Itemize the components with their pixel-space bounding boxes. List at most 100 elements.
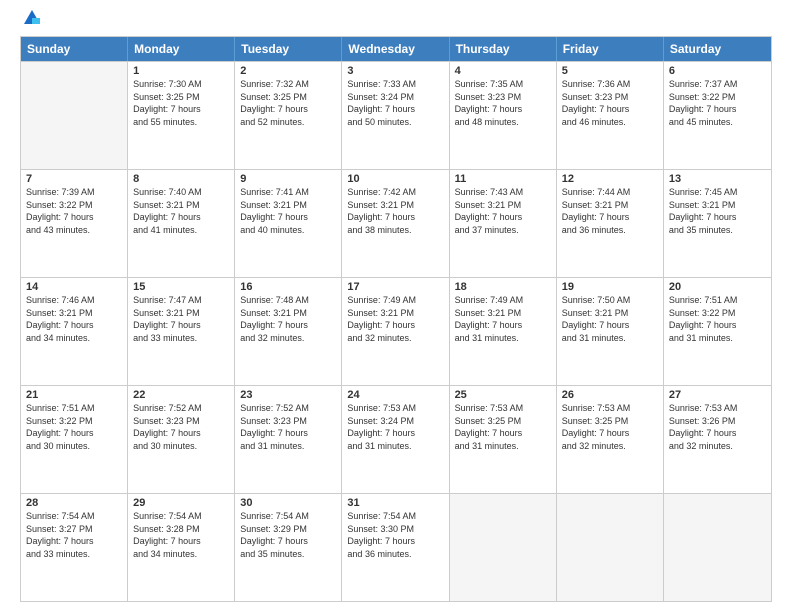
header-day-tuesday: Tuesday xyxy=(235,37,342,61)
sunrise-text: Sunrise: 7:32 AM xyxy=(240,78,336,91)
sunrise-text: Sunrise: 7:50 AM xyxy=(562,294,658,307)
sunrise-text: Sunrise: 7:49 AM xyxy=(455,294,551,307)
daylight-line1: Daylight: 7 hours xyxy=(455,319,551,332)
daylight-line2: and 45 minutes. xyxy=(669,116,766,129)
daylight-line1: Daylight: 7 hours xyxy=(240,103,336,116)
cal-cell: 21Sunrise: 7:51 AMSunset: 3:22 PMDayligh… xyxy=(21,386,128,493)
sunset-text: Sunset: 3:23 PM xyxy=(455,91,551,104)
day-number: 31 xyxy=(347,497,443,509)
sunset-text: Sunset: 3:23 PM xyxy=(133,415,229,428)
week-row-3: 14Sunrise: 7:46 AMSunset: 3:21 PMDayligh… xyxy=(21,277,771,385)
daylight-line1: Daylight: 7 hours xyxy=(562,427,658,440)
page: SundayMondayTuesdayWednesdayThursdayFrid… xyxy=(0,0,792,612)
cal-cell: 16Sunrise: 7:48 AMSunset: 3:21 PMDayligh… xyxy=(235,278,342,385)
daylight-line1: Daylight: 7 hours xyxy=(669,427,766,440)
cal-cell: 13Sunrise: 7:45 AMSunset: 3:21 PMDayligh… xyxy=(664,170,771,277)
daylight-line1: Daylight: 7 hours xyxy=(347,103,443,116)
sunset-text: Sunset: 3:21 PM xyxy=(240,307,336,320)
daylight-line1: Daylight: 7 hours xyxy=(26,427,122,440)
daylight-line2: and 33 minutes. xyxy=(26,548,122,561)
cal-cell: 14Sunrise: 7:46 AMSunset: 3:21 PMDayligh… xyxy=(21,278,128,385)
sunset-text: Sunset: 3:21 PM xyxy=(455,307,551,320)
day-number: 27 xyxy=(669,389,766,401)
sunset-text: Sunset: 3:27 PM xyxy=(26,523,122,536)
calendar: SundayMondayTuesdayWednesdayThursdayFrid… xyxy=(20,36,772,602)
sunset-text: Sunset: 3:21 PM xyxy=(347,307,443,320)
sunrise-text: Sunrise: 7:39 AM xyxy=(26,186,122,199)
daylight-line2: and 36 minutes. xyxy=(562,224,658,237)
sunrise-text: Sunrise: 7:41 AM xyxy=(240,186,336,199)
day-number: 20 xyxy=(669,281,766,293)
calendar-header: SundayMondayTuesdayWednesdayThursdayFrid… xyxy=(21,37,771,61)
daylight-line1: Daylight: 7 hours xyxy=(347,211,443,224)
daylight-line1: Daylight: 7 hours xyxy=(240,427,336,440)
day-number: 29 xyxy=(133,497,229,509)
daylight-line1: Daylight: 7 hours xyxy=(669,319,766,332)
day-number: 12 xyxy=(562,173,658,185)
header-day-thursday: Thursday xyxy=(450,37,557,61)
cal-cell: 27Sunrise: 7:53 AMSunset: 3:26 PMDayligh… xyxy=(664,386,771,493)
sunset-text: Sunset: 3:22 PM xyxy=(669,91,766,104)
daylight-line2: and 31 minutes. xyxy=(347,440,443,453)
day-number: 2 xyxy=(240,65,336,77)
cal-cell: 5Sunrise: 7:36 AMSunset: 3:23 PMDaylight… xyxy=(557,62,664,169)
sunset-text: Sunset: 3:21 PM xyxy=(562,307,658,320)
header-day-friday: Friday xyxy=(557,37,664,61)
sunset-text: Sunset: 3:25 PM xyxy=(133,91,229,104)
cal-cell: 22Sunrise: 7:52 AMSunset: 3:23 PMDayligh… xyxy=(128,386,235,493)
sunset-text: Sunset: 3:21 PM xyxy=(669,199,766,212)
cal-cell: 3Sunrise: 7:33 AMSunset: 3:24 PMDaylight… xyxy=(342,62,449,169)
day-number: 13 xyxy=(669,173,766,185)
sunrise-text: Sunrise: 7:51 AM xyxy=(669,294,766,307)
daylight-line2: and 32 minutes. xyxy=(562,440,658,453)
cal-cell: 17Sunrise: 7:49 AMSunset: 3:21 PMDayligh… xyxy=(342,278,449,385)
header-day-saturday: Saturday xyxy=(664,37,771,61)
day-number: 16 xyxy=(240,281,336,293)
daylight-line2: and 48 minutes. xyxy=(455,116,551,129)
sunset-text: Sunset: 3:25 PM xyxy=(455,415,551,428)
daylight-line1: Daylight: 7 hours xyxy=(133,211,229,224)
day-number: 4 xyxy=(455,65,551,77)
sunset-text: Sunset: 3:22 PM xyxy=(26,199,122,212)
daylight-line2: and 43 minutes. xyxy=(26,224,122,237)
sunrise-text: Sunrise: 7:36 AM xyxy=(562,78,658,91)
sunrise-text: Sunrise: 7:54 AM xyxy=(26,510,122,523)
daylight-line2: and 52 minutes. xyxy=(240,116,336,129)
sunrise-text: Sunrise: 7:54 AM xyxy=(347,510,443,523)
day-number: 17 xyxy=(347,281,443,293)
sunset-text: Sunset: 3:23 PM xyxy=(240,415,336,428)
sunset-text: Sunset: 3:21 PM xyxy=(133,199,229,212)
daylight-line2: and 41 minutes. xyxy=(133,224,229,237)
cal-cell: 31Sunrise: 7:54 AMSunset: 3:30 PMDayligh… xyxy=(342,494,449,601)
sunrise-text: Sunrise: 7:54 AM xyxy=(133,510,229,523)
logo xyxy=(20,16,42,28)
daylight-line1: Daylight: 7 hours xyxy=(347,319,443,332)
cal-cell: 7Sunrise: 7:39 AMSunset: 3:22 PMDaylight… xyxy=(21,170,128,277)
cal-cell: 25Sunrise: 7:53 AMSunset: 3:25 PMDayligh… xyxy=(450,386,557,493)
cal-cell: 19Sunrise: 7:50 AMSunset: 3:21 PMDayligh… xyxy=(557,278,664,385)
header-day-wednesday: Wednesday xyxy=(342,37,449,61)
sunset-text: Sunset: 3:21 PM xyxy=(347,199,443,212)
calendar-body: 1Sunrise: 7:30 AMSunset: 3:25 PMDaylight… xyxy=(21,61,771,601)
daylight-line2: and 55 minutes. xyxy=(133,116,229,129)
header xyxy=(20,16,772,28)
sunrise-text: Sunrise: 7:52 AM xyxy=(240,402,336,415)
sunrise-text: Sunrise: 7:47 AM xyxy=(133,294,229,307)
cal-cell: 2Sunrise: 7:32 AMSunset: 3:25 PMDaylight… xyxy=(235,62,342,169)
sunset-text: Sunset: 3:24 PM xyxy=(347,91,443,104)
daylight-line1: Daylight: 7 hours xyxy=(562,211,658,224)
daylight-line2: and 38 minutes. xyxy=(347,224,443,237)
daylight-line1: Daylight: 7 hours xyxy=(562,103,658,116)
cal-cell: 24Sunrise: 7:53 AMSunset: 3:24 PMDayligh… xyxy=(342,386,449,493)
sunset-text: Sunset: 3:29 PM xyxy=(240,523,336,536)
daylight-line2: and 34 minutes. xyxy=(26,332,122,345)
daylight-line2: and 30 minutes. xyxy=(26,440,122,453)
daylight-line1: Daylight: 7 hours xyxy=(133,319,229,332)
daylight-line1: Daylight: 7 hours xyxy=(240,535,336,548)
day-number: 30 xyxy=(240,497,336,509)
day-number: 15 xyxy=(133,281,229,293)
sunset-text: Sunset: 3:25 PM xyxy=(240,91,336,104)
daylight-line1: Daylight: 7 hours xyxy=(133,535,229,548)
day-number: 11 xyxy=(455,173,551,185)
cal-cell: 9Sunrise: 7:41 AMSunset: 3:21 PMDaylight… xyxy=(235,170,342,277)
